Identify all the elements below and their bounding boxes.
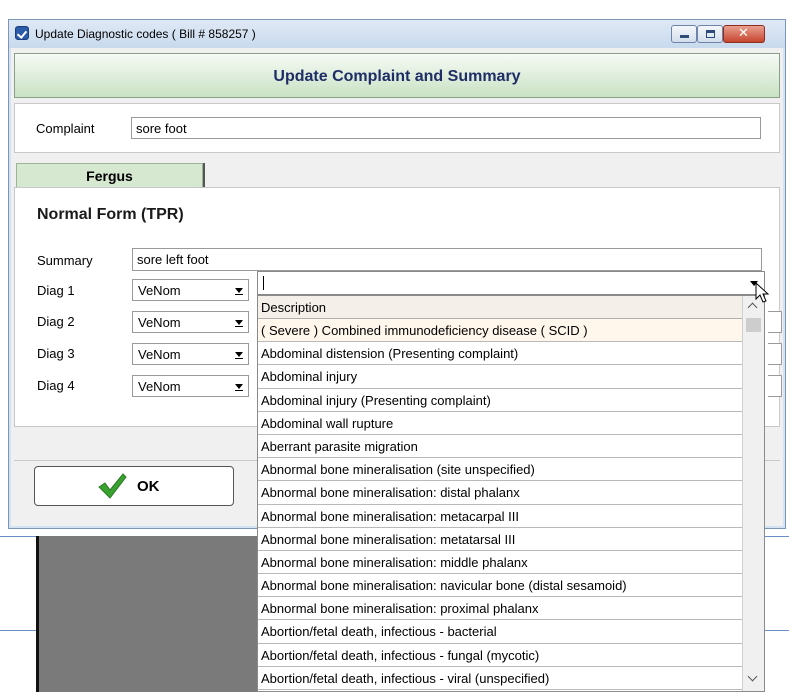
description-option[interactable]: Abnormal bone mineralisation: navicular … — [258, 574, 742, 598]
dropdown-arrow-icon[interactable] — [232, 378, 246, 394]
scroll-thumb[interactable] — [746, 318, 761, 332]
diag-1-code-value: VeNom — [138, 283, 181, 298]
header-banner: Update Complaint and Summary — [14, 53, 780, 98]
minimize-button[interactable] — [671, 25, 697, 43]
background-app-top — [0, 0, 789, 10]
description-option[interactable]: Abdominal wall rupture — [258, 411, 742, 435]
maximize-button[interactable] — [697, 25, 723, 43]
diag-3-code-value: VeNom — [138, 347, 181, 362]
diag-3-description-edge[interactable] — [768, 343, 782, 365]
dropdown-arrow-icon[interactable] — [232, 346, 246, 362]
description-option[interactable]: Abdominal injury (Presenting complaint) — [258, 388, 742, 412]
diag-3-code-select[interactable]: VeNom — [132, 343, 249, 365]
ok-button[interactable]: OK — [34, 466, 234, 506]
complaint-label: Complaint — [36, 121, 95, 136]
diag-1-label: Diag 1 — [37, 283, 75, 298]
description-option[interactable]: Abdominal injury — [258, 365, 742, 389]
description-option[interactable]: Abnormal bone mineralisation: proximal p… — [258, 597, 742, 621]
dropdown-scrollbar[interactable] — [742, 296, 764, 691]
diag-4-description-edge[interactable] — [768, 375, 782, 397]
diag-3-label: Diag 3 — [37, 346, 75, 361]
description-option[interactable]: ( Severe ) Combined immunodeficiency dis… — [258, 319, 742, 343]
close-icon: ✕ — [738, 26, 749, 41]
diag-1-description-input[interactable] — [257, 271, 765, 295]
title-bar[interactable]: Update Diagnostic codes ( Bill # 858257 … — [9, 20, 785, 48]
window-title: Update Diagnostic codes ( Bill # 858257 … — [35, 27, 256, 41]
description-column-header: Description — [258, 296, 742, 319]
description-option[interactable]: Abnormal bone mineralisation: middle pha… — [258, 550, 742, 575]
description-option[interactable]: Abdominal distension (Presenting complai… — [258, 342, 742, 366]
description-option[interactable]: Abortion/fetal death, infectious - funga… — [258, 643, 742, 667]
description-option[interactable]: Abnormal bone mineralisation: metacarpal… — [258, 504, 742, 528]
summary-label: Summary — [37, 253, 93, 268]
diag-4-label: Diag 4 — [37, 378, 75, 393]
diag-2-code-select[interactable]: VeNom — [132, 311, 249, 333]
description-dropdown-list[interactable]: Description ( Severe ) Combined immunode… — [257, 295, 765, 692]
form-title: Normal Form (TPR) — [37, 206, 184, 223]
summary-input[interactable]: sore left foot — [132, 248, 762, 271]
dropdown-arrow-icon[interactable] — [232, 314, 246, 330]
description-option[interactable]: Abnormal bone mineralisation (site unspe… — [258, 458, 742, 482]
maximize-icon — [706, 30, 715, 38]
patient-tabs: Fergus — [11, 159, 783, 189]
description-option[interactable]: Abortion/fetal death, infectious - bacte… — [258, 620, 742, 644]
description-option[interactable]: Abnormal bone mineralisation: metatarsal… — [258, 527, 742, 551]
ok-button-label: OK — [137, 478, 160, 495]
text-caret — [263, 276, 264, 290]
diag-4-code-select[interactable]: VeNom — [132, 375, 249, 397]
minimize-icon — [680, 35, 689, 38]
page-title: Update Complaint and Summary — [273, 68, 521, 85]
background-dark-panel — [36, 536, 261, 692]
diag-1-code-select[interactable]: VeNom — [132, 279, 249, 301]
description-option[interactable]: Abortion/fetal death, infectious - viral… — [258, 666, 742, 690]
tab-fergus[interactable]: Fergus — [16, 163, 203, 187]
app-check-icon — [15, 26, 29, 40]
diag-4-code-value: VeNom — [138, 379, 181, 394]
check-icon — [98, 473, 127, 499]
description-option[interactable]: Abnormal bone mineralisation: distal pha… — [258, 481, 742, 505]
dropdown-arrow-icon[interactable] — [232, 282, 246, 298]
complaint-panel: Complaint sore foot — [14, 103, 780, 153]
mouse-cursor-icon — [755, 282, 770, 303]
close-button[interactable]: ✕ — [723, 25, 765, 43]
diag-2-label: Diag 2 — [37, 314, 75, 329]
diag-2-code-value: VeNom — [138, 315, 181, 330]
description-option[interactable]: Aberrant parasite migration — [258, 434, 742, 459]
description-options: ( Severe ) Combined immunodeficiency dis… — [258, 319, 742, 690]
scroll-down-icon[interactable] — [743, 671, 764, 689]
diag-2-description-edge[interactable] — [768, 311, 782, 333]
tab-separator — [203, 163, 205, 187]
complaint-input[interactable]: sore foot — [131, 117, 761, 139]
